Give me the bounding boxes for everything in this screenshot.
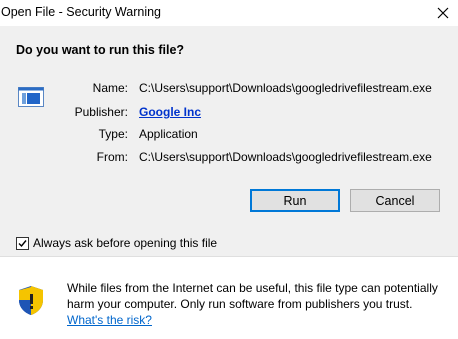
close-button[interactable] xyxy=(428,0,458,26)
always-ask-label: Always ask before opening this file xyxy=(33,236,218,250)
name-label: Name: xyxy=(92,81,128,95)
title-bar: Open File - Security Warning xyxy=(0,0,458,26)
publisher-label: Publisher: xyxy=(74,105,128,119)
cancel-button[interactable]: Cancel xyxy=(350,189,440,212)
checkmark-icon xyxy=(18,239,27,247)
from-value: C:\Users\support\Downloads\googledrivefi… xyxy=(139,150,432,164)
always-ask-checkbox[interactable] xyxy=(16,236,29,250)
publisher-link[interactable]: Google Inc xyxy=(139,105,201,119)
warning-message: While files from the Internet can be use… xyxy=(67,281,438,311)
from-label: From: xyxy=(96,150,128,164)
name-value: C:\Users\support\Downloads\googledrivefi… xyxy=(139,81,432,95)
type-value: Application xyxy=(139,127,198,141)
run-button[interactable]: Run xyxy=(250,189,340,212)
warning-footer: While files from the Internet can be use… xyxy=(0,256,458,339)
type-label: Type: xyxy=(98,127,128,141)
always-ask-checkbox-row[interactable]: Always ask before opening this file xyxy=(16,236,217,250)
whats-the-risk-link[interactable]: What's the risk? xyxy=(67,313,152,327)
window-title: Open File - Security Warning xyxy=(1,5,162,19)
question-heading: Do you want to run this file? xyxy=(16,43,185,57)
dialog-body: Do you want to run this file? Name: C:\U… xyxy=(0,26,458,256)
close-icon xyxy=(437,7,449,19)
security-shield-icon xyxy=(19,286,43,315)
warning-text: While files from the Internet can be use… xyxy=(67,280,447,328)
